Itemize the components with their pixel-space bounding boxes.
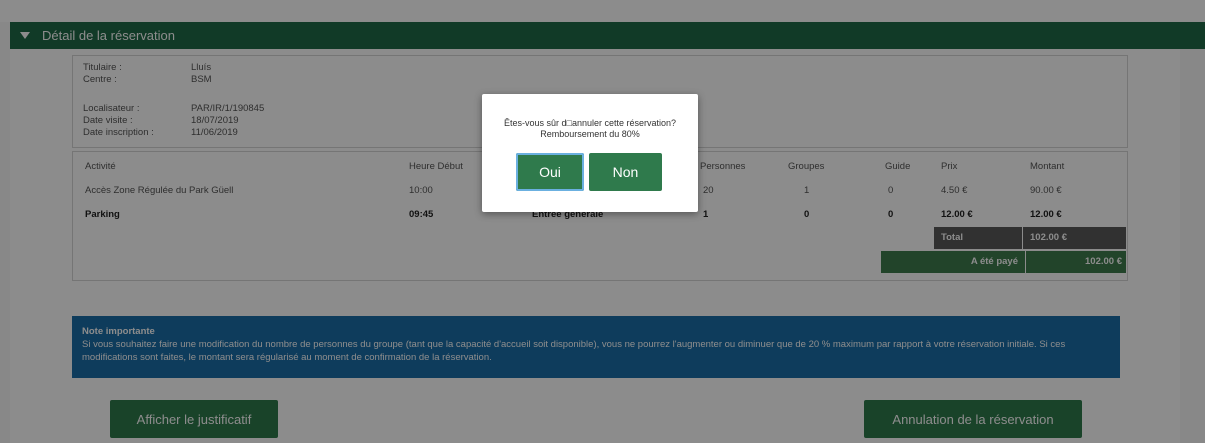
yes-button[interactable]: Oui [516,153,584,191]
confirm-dialog: Êtes-vous sûr d□annuler cette réservatio… [482,94,698,212]
confirm-message: Êtes-vous sûr d□annuler cette réservatio… [503,118,677,139]
modal-overlay[interactable] [0,0,1205,443]
no-button[interactable]: Non [589,153,662,191]
